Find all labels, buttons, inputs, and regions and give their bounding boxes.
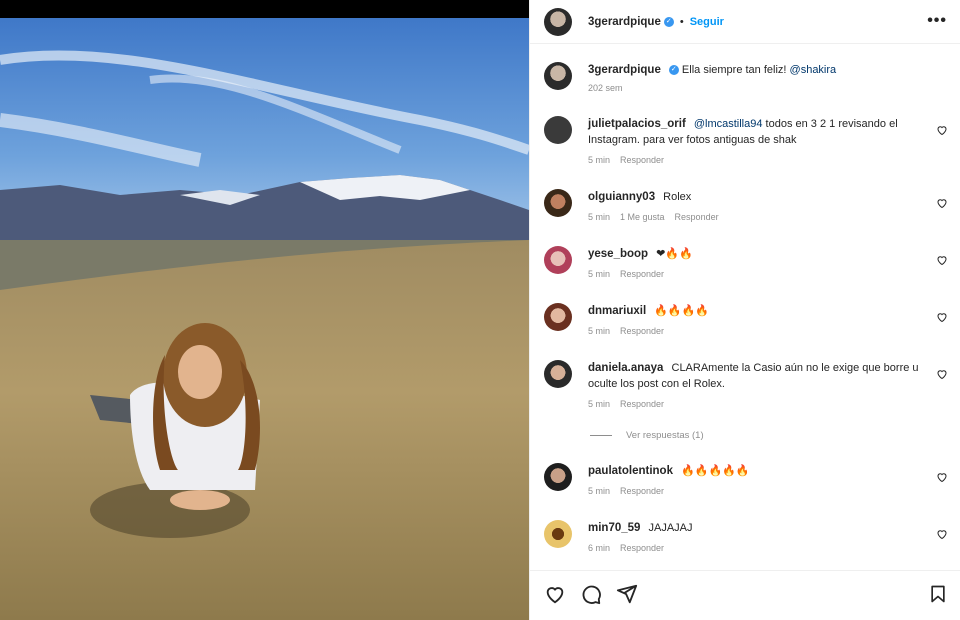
comment-item: yese_boop ❤🔥🔥 5 min Responder bbox=[544, 246, 928, 279]
comment-item: julietpalacios_orif @lmcastilla94 todos … bbox=[544, 116, 928, 165]
comment-like-heart-icon[interactable] bbox=[936, 368, 948, 380]
view-replies-label: Ver respuestas (1) bbox=[626, 430, 704, 441]
comment-username[interactable]: julietpalacios_orif bbox=[588, 118, 686, 130]
comment-like-heart-icon[interactable] bbox=[936, 254, 948, 266]
comment-like-heart-icon[interactable] bbox=[936, 471, 948, 483]
view-replies-button[interactable]: Ver respuestas (1) bbox=[590, 430, 704, 441]
comment-time: 5 min bbox=[588, 212, 611, 222]
comment-time: 5 min bbox=[588, 269, 611, 279]
caption-mention[interactable]: @shakira bbox=[790, 64, 837, 76]
comment-mention[interactable]: @lmcastilla94 bbox=[694, 118, 763, 130]
reply-button[interactable]: Responder bbox=[620, 543, 664, 553]
comment-like-heart-icon[interactable] bbox=[936, 311, 948, 323]
comment-body: Rolex bbox=[663, 191, 692, 203]
replies-divider bbox=[590, 435, 612, 436]
comment-item: olguianny03 Rolex 5 min 1 Me gusta Respond… bbox=[544, 189, 928, 222]
comment-emoji: 🔥🔥🔥🔥🔥 bbox=[681, 465, 750, 477]
verified-icon: ✓ bbox=[663, 16, 674, 27]
follow-button[interactable]: Seguir bbox=[690, 16, 724, 28]
avatar[interactable] bbox=[544, 463, 572, 491]
avatar[interactable] bbox=[544, 360, 572, 388]
comment-body: JAJAJAJ bbox=[648, 522, 693, 534]
photo-image bbox=[0, 0, 529, 620]
comment-meta: 5 min Responder bbox=[588, 155, 928, 165]
comment-username[interactable]: olguianny03 bbox=[588, 191, 655, 203]
reply-button[interactable]: Responder bbox=[620, 269, 664, 279]
bookmark-icon[interactable] bbox=[928, 583, 948, 605]
comment-time: 5 min bbox=[588, 399, 611, 409]
comment-text: paulatolentinok 🔥🔥🔥🔥🔥 bbox=[588, 463, 928, 479]
comment-likes[interactable]: 1 Me gusta bbox=[620, 212, 665, 222]
reply-button[interactable]: Responder bbox=[620, 399, 664, 409]
avatar[interactable] bbox=[544, 246, 572, 274]
comment-meta: 5 min Responder bbox=[588, 269, 928, 279]
comment-like-heart-icon[interactable] bbox=[936, 124, 948, 136]
comment-text: dnmariuxil 🔥🔥🔥🔥 bbox=[588, 303, 928, 319]
comment-time: 5 min bbox=[588, 326, 611, 336]
comment-item: paulatolentinok 🔥🔥🔥🔥🔥 5 min Responder bbox=[544, 463, 928, 496]
comment-emoji: ❤🔥🔥 bbox=[656, 248, 693, 260]
avatar[interactable] bbox=[544, 189, 572, 217]
avatar[interactable] bbox=[544, 7, 572, 36]
comment-text: yese_boop ❤🔥🔥 bbox=[588, 246, 928, 262]
reply-button[interactable]: Responder bbox=[620, 486, 664, 496]
comment-text: daniela.anaya CLARAmente la Casio aún no… bbox=[588, 360, 928, 392]
comment-text: min70_59 JAJAJAJ bbox=[588, 520, 928, 536]
post-actions-bar bbox=[530, 570, 960, 620]
comment-meta: 5 min Responder bbox=[588, 326, 928, 336]
caption-meta: 202 sem bbox=[588, 83, 928, 93]
post-header: 3gerardpique ✓ • Seguir ••• bbox=[530, 0, 960, 44]
post-side-panel: 3gerardpique ✓ • Seguir ••• 3gerardpique ✓ E… bbox=[529, 0, 960, 620]
comment-meta: 6 min Responder bbox=[588, 543, 928, 553]
share-icon[interactable] bbox=[616, 583, 638, 605]
comment-username[interactable]: yese_boop bbox=[588, 248, 648, 260]
comment-time: 6 min bbox=[588, 543, 611, 553]
more-options-icon[interactable]: ••• bbox=[927, 12, 947, 30]
comment-time: 5 min bbox=[588, 486, 611, 496]
comment-username[interactable]: dnmariuxil bbox=[588, 305, 646, 317]
verified-icon: ✓ bbox=[668, 65, 679, 76]
post-username[interactable]: 3gerardpique bbox=[588, 16, 661, 28]
avatar[interactable] bbox=[544, 116, 572, 144]
caption-text: 3gerardpique ✓ Ella siempre tan feliz! @s… bbox=[588, 62, 928, 78]
comment-time: 5 min bbox=[588, 155, 611, 165]
reply-button[interactable]: Responder bbox=[675, 212, 719, 222]
comment-meta: 5 min Responder bbox=[588, 399, 928, 409]
comment-icon[interactable] bbox=[580, 583, 602, 605]
caption-body: Ella siempre tan feliz! bbox=[681, 64, 787, 76]
avatar[interactable] bbox=[544, 62, 572, 90]
comment-item: dnmariuxil 🔥🔥🔥🔥 5 min Responder bbox=[544, 303, 928, 336]
avatar[interactable] bbox=[544, 303, 572, 331]
caption-username[interactable]: 3gerardpique bbox=[588, 64, 661, 76]
comment-emoji: 🔥🔥🔥🔥 bbox=[654, 305, 710, 317]
header-user: 3gerardpique ✓ • Seguir bbox=[588, 16, 724, 28]
caption-time: 202 sem bbox=[588, 83, 623, 93]
comment-like-heart-icon[interactable] bbox=[936, 197, 948, 209]
reply-button[interactable]: Responder bbox=[620, 326, 664, 336]
comment-item: daniela.anaya CLARAmente la Casio aún no… bbox=[544, 360, 928, 409]
comment-username[interactable]: paulatolentinok bbox=[588, 465, 673, 477]
comment-username[interactable]: min70_59 bbox=[588, 522, 640, 534]
separator-dot: • bbox=[679, 15, 684, 28]
comment-text: olguianny03 Rolex bbox=[588, 189, 928, 205]
comment-item: min70_59 JAJAJAJ 6 min Responder bbox=[544, 520, 928, 553]
comment-meta: 5 min Responder bbox=[588, 486, 928, 496]
avatar[interactable] bbox=[544, 520, 572, 548]
comment-username[interactable]: daniela.anaya bbox=[588, 362, 663, 374]
comment-meta: 5 min 1 Me gusta Responder bbox=[588, 212, 928, 222]
heart-icon[interactable] bbox=[544, 583, 566, 605]
caption-row: 3gerardpique ✓ Ella siempre tan feliz! @s… bbox=[544, 62, 928, 93]
comment-text: julietpalacios_orif @lmcastilla94 todos … bbox=[588, 116, 928, 148]
reply-button[interactable]: Responder bbox=[620, 155, 664, 165]
comment-like-heart-icon[interactable] bbox=[936, 528, 948, 540]
post-photo[interactable] bbox=[0, 0, 529, 620]
